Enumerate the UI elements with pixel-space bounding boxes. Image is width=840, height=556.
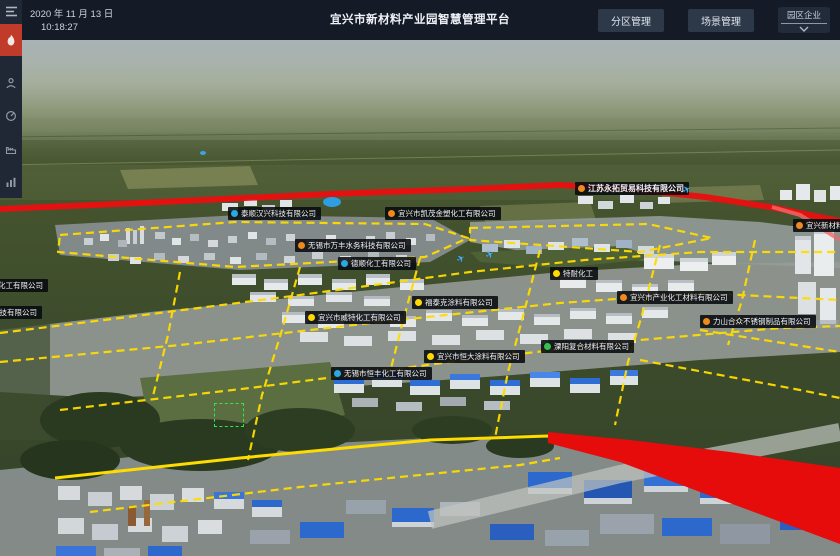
sidebar-item-fire-monitor[interactable]	[0, 24, 22, 56]
company-label[interactable]: 福泰克涂料有限公司	[412, 296, 498, 309]
company-label-text: 特耐化工	[563, 269, 593, 278]
map-canvas[interactable]	[0, 0, 840, 556]
horizon-haze	[0, 40, 840, 160]
company-label-text: 宜兴市产业化工材料有限公司	[630, 293, 728, 302]
company-label-text: 鸿盛化工有限公司	[0, 281, 43, 290]
company-label[interactable]: 江苏永拓贸易科技有限公司	[575, 182, 689, 195]
company-label-text: 溧阳复合材料有限公司	[554, 342, 629, 351]
company-label[interactable]: 德顺化工有限公司	[338, 257, 416, 270]
header-bar: 2020 年 11 月 13 日 10:18:27 宜兴市新材料产业园智慧管理平…	[0, 0, 840, 40]
company-label[interactable]: 无锡市万丰水务科技有限公司	[295, 239, 411, 252]
company-marker-icon	[620, 294, 627, 301]
company-marker-icon	[388, 210, 395, 217]
company-marker-icon	[553, 270, 560, 277]
company-label-text: 宜兴新材料有限公司	[806, 221, 840, 230]
company-marker-icon	[427, 353, 434, 360]
company-label-text: 力山合众不锈钢制品有限公司	[713, 317, 811, 326]
company-label[interactable]: 宜兴市威特化工有限公司	[305, 311, 406, 324]
company-label-text: 宜兴市凯茂金塑化工有限公司	[398, 209, 496, 218]
company-label-text: 江苏永拓贸易科技有限公司	[588, 184, 684, 193]
company-label-text: 中新科技有限公司	[0, 308, 37, 317]
company-label[interactable]: 无锡市恒丰化工有限公司	[331, 367, 432, 380]
company-label[interactable]: 宜兴市产业化工材料有限公司	[617, 291, 733, 304]
park-enterprise-dropdown[interactable]: 园区企业	[778, 7, 830, 33]
company-marker-icon	[796, 222, 803, 229]
company-label-text: 宜兴市威特化工有限公司	[318, 313, 401, 322]
company-label[interactable]: 泰顺汉兴科技有限公司	[228, 207, 321, 220]
person-icon	[5, 77, 17, 89]
scene-management-button[interactable]: 场景管理	[688, 9, 754, 32]
company-label[interactable]: 溧阳复合材料有限公司	[541, 340, 634, 353]
menu-icon	[5, 6, 18, 17]
company-label-text: 德顺化工有限公司	[351, 259, 411, 268]
company-marker-icon	[231, 210, 238, 217]
zone-management-button[interactable]: 分区管理	[598, 9, 664, 32]
company-label-text: 福泰克涂料有限公司	[425, 298, 493, 307]
header-time: 10:18:27	[41, 22, 78, 33]
company-label[interactable]: 力山合众不锈钢制品有限公司	[700, 315, 816, 328]
flame-icon	[5, 34, 17, 47]
company-label-text: 宜兴市恒大涂料有限公司	[437, 352, 520, 361]
company-marker-icon	[703, 318, 710, 325]
sidebar-item-enterprises[interactable]	[0, 138, 22, 160]
page-title: 宜兴市新材料产业园智慧管理平台	[330, 11, 510, 27]
company-label-text: 泰顺汉兴科技有限公司	[241, 209, 316, 218]
sidebar-item-statistics[interactable]	[0, 171, 22, 193]
sidebar-item-monitoring[interactable]	[0, 105, 22, 127]
company-label-text: 无锡市恒丰化工有限公司	[344, 369, 427, 378]
company-marker-icon	[544, 343, 551, 350]
dropdown-divider	[781, 23, 827, 24]
company-marker-icon	[298, 242, 305, 249]
company-marker-icon	[578, 185, 585, 192]
header-actions: 分区管理 场景管理 园区企业	[598, 0, 830, 40]
company-label-text: 无锡市万丰水务科技有限公司	[308, 241, 406, 250]
company-marker-icon	[334, 370, 341, 377]
company-label[interactable]: 宜兴市恒大涂料有限公司	[424, 350, 525, 363]
app-window: 泰顺汉兴科技有限公司 宜兴市凯茂金塑化工有限公司 江苏永拓贸易科技有限公司无锡市万丰…	[0, 0, 840, 556]
company-label[interactable]: 中新科技有限公司	[0, 306, 42, 319]
sidebar-item-personnel[interactable]	[0, 72, 22, 94]
bar-chart-icon	[5, 176, 17, 188]
company-marker-icon	[415, 299, 422, 306]
dropdown-label: 园区企业	[778, 9, 830, 21]
company-marker-icon	[341, 260, 348, 267]
sidebar	[0, 0, 22, 198]
chevron-down-icon	[799, 26, 809, 32]
company-marker-icon	[308, 314, 315, 321]
selection-box	[214, 403, 244, 427]
header-date: 2020 年 11 月 13 日	[30, 6, 113, 20]
gauge-icon	[5, 110, 17, 122]
sidebar-item-menu[interactable]	[0, 0, 22, 22]
factory-icon	[5, 143, 17, 155]
company-label[interactable]: 宜兴市凯茂金塑化工有限公司	[385, 207, 501, 220]
company-label[interactable]: 鸿盛化工有限公司	[0, 279, 48, 292]
company-label[interactable]: 特耐化工	[550, 267, 598, 280]
company-label[interactable]: 宜兴新材料有限公司	[793, 219, 840, 232]
